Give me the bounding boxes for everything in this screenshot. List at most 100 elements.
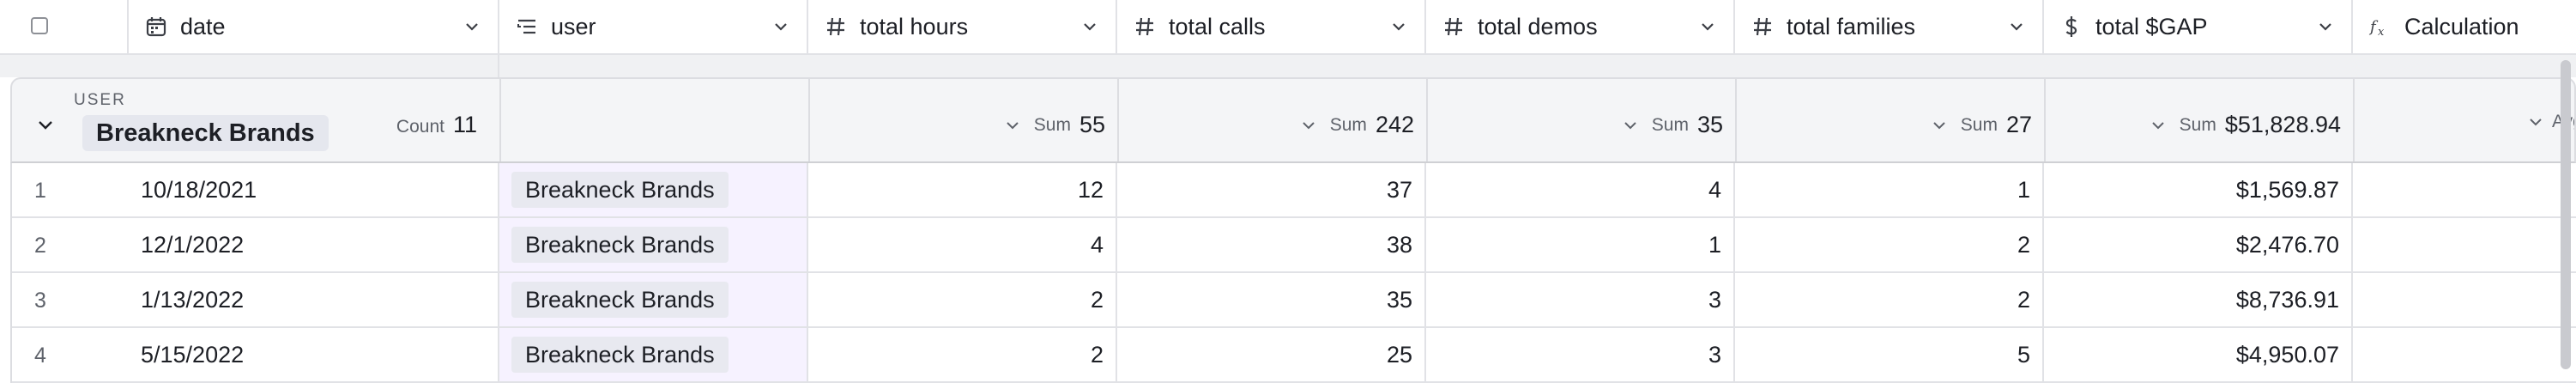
column-header-label: Calculation — [2404, 13, 2519, 40]
total-hours-cell[interactable]: 12 — [808, 163, 1117, 216]
total-gap-value: $4,950.07 — [2235, 341, 2339, 368]
total-calls-cell[interactable]: 25 — [1117, 328, 1426, 381]
group-aggregate-total-demos[interactable]: Sum 35 — [1428, 79, 1737, 161]
chevron-down-icon[interactable] — [1079, 16, 1100, 37]
total-calls-value: 25 — [1386, 341, 1412, 368]
chevron-down-icon[interactable] — [1930, 116, 1949, 135]
table-row[interactable]: 2 12/1/2022 Breakneck Brands 4 38 1 2 $2… — [10, 218, 2576, 273]
user-cell[interactable]: Breakneck Brands — [499, 273, 808, 326]
chevron-down-icon[interactable] — [2006, 16, 2027, 37]
total-families-cell[interactable]: 5 — [1735, 328, 2044, 381]
total-demos-value: 3 — [1708, 286, 1721, 313]
select-all-header — [0, 0, 129, 53]
total-gap-cell[interactable]: $4,950.07 — [2044, 328, 2353, 381]
currency-dollar-icon — [2059, 15, 2083, 39]
column-header-label: total calls — [1169, 13, 1266, 40]
total-demos-cell[interactable]: 1 — [1426, 218, 1735, 271]
chevron-down-icon[interactable] — [1697, 16, 1718, 37]
date-cell[interactable]: 1 10/18/2021 — [10, 163, 499, 216]
column-header-total-hours[interactable]: total hours — [808, 0, 1117, 53]
group-count: Count 11 — [396, 112, 477, 138]
total-calls-cell[interactable]: 38 — [1117, 218, 1426, 271]
formula-fx-icon: fx — [2368, 15, 2392, 39]
total-calls-value: 35 — [1386, 286, 1412, 313]
column-header-date[interactable]: date — [129, 0, 499, 53]
table-row[interactable]: 1 10/18/2021 Breakneck Brands 12 37 4 1 … — [10, 163, 2576, 218]
chevron-down-icon[interactable] — [2526, 112, 2545, 131]
calculation-cell[interactable] — [2353, 273, 2576, 326]
total-hours-cell[interactable]: 2 — [808, 273, 1117, 326]
calculation-cell[interactable] — [2353, 218, 2576, 271]
chevron-down-icon[interactable] — [34, 113, 57, 136]
user-chip[interactable]: Breakneck Brands — [511, 337, 729, 373]
date-cell[interactable]: 3 1/13/2022 — [10, 273, 499, 326]
chevron-down-icon[interactable] — [1621, 116, 1640, 135]
table-row[interactable]: 3 1/13/2022 Breakneck Brands 2 35 3 2 $8… — [10, 273, 2576, 328]
chevron-down-icon[interactable] — [1003, 116, 1022, 135]
total-demos-cell[interactable]: 4 — [1426, 163, 1735, 216]
aggregate-label: Sum — [1033, 114, 1071, 135]
user-chip[interactable]: Breakneck Brands — [511, 227, 729, 263]
column-header-total-gap[interactable]: total $GAP — [2044, 0, 2353, 53]
user-cell[interactable]: Breakneck Brands — [499, 163, 808, 216]
select-all-checkbox[interactable] — [31, 17, 48, 34]
total-gap-cell[interactable]: $2,476.70 — [2044, 218, 2353, 271]
column-header-user[interactable]: user — [499, 0, 808, 53]
group-aggregate-total-families[interactable]: Sum 27 — [1737, 79, 2046, 161]
group-spacer — [0, 55, 2576, 77]
total-families-value: 5 — [2017, 341, 2030, 368]
total-demos-cell[interactable]: 3 — [1426, 328, 1735, 381]
total-gap-cell[interactable]: $1,569.87 — [2044, 163, 2353, 216]
total-calls-cell[interactable]: 37 — [1117, 163, 1426, 216]
total-gap-value: $8,736.91 — [2235, 286, 2339, 313]
calculation-cell[interactable] — [2353, 163, 2576, 216]
total-hours-cell[interactable]: 2 — [808, 328, 1117, 381]
column-header-label: user — [551, 13, 596, 40]
aggregate-value: 242 — [1375, 112, 1414, 137]
chevron-down-icon[interactable] — [462, 16, 482, 37]
number-hash-icon — [1133, 15, 1157, 39]
group-aggregate-total-hours[interactable]: Sum 55 — [810, 79, 1119, 161]
vertical-scrollbar[interactable] — [2561, 60, 2571, 369]
total-gap-cell[interactable]: $8,736.91 — [2044, 273, 2353, 326]
row-number: 4 — [34, 343, 46, 368]
column-header-calculation[interactable]: fx Calculation — [2353, 0, 2576, 53]
row-number: 2 — [34, 234, 46, 258]
chevron-down-icon[interactable] — [1299, 116, 1318, 135]
chevron-down-icon[interactable] — [1388, 16, 1409, 37]
user-chip[interactable]: Breakneck Brands — [511, 172, 729, 208]
column-header-total-demos[interactable]: total demos — [1426, 0, 1735, 53]
date-cell[interactable]: 4 5/15/2022 — [10, 328, 499, 381]
lookup-list-icon — [515, 15, 539, 39]
date-cell[interactable]: 2 12/1/2022 — [10, 218, 499, 271]
user-cell[interactable]: Breakneck Brands — [499, 218, 808, 271]
count-label: Count — [396, 117, 444, 137]
column-header-label: total demos — [1478, 13, 1598, 40]
user-cell[interactable]: Breakneck Brands — [499, 328, 808, 381]
total-demos-cell[interactable]: 3 — [1426, 273, 1735, 326]
group-field-label: USER — [74, 91, 126, 109]
calendar-icon — [144, 15, 168, 39]
total-calls-cell[interactable]: 35 — [1117, 273, 1426, 326]
table-row[interactable]: 4 5/15/2022 Breakneck Brands 2 25 3 5 $4… — [10, 328, 2576, 383]
group-aggregate-total-gap[interactable]: Sum $51,828.94 — [2046, 79, 2355, 161]
chevron-down-icon[interactable] — [771, 16, 791, 37]
column-header-label: date — [180, 13, 226, 40]
total-hours-cell[interactable]: 4 — [808, 218, 1117, 271]
svg-text:x: x — [2378, 26, 2385, 39]
group-name: Breakneck Brands — [82, 115, 329, 151]
column-header-total-calls[interactable]: total calls — [1117, 0, 1426, 53]
group-user-cell — [501, 79, 810, 161]
group-aggregate-total-calls[interactable]: Sum 242 — [1119, 79, 1428, 161]
total-hours-value: 2 — [1090, 341, 1104, 368]
chevron-down-icon[interactable] — [2149, 116, 2168, 135]
calculation-cell[interactable] — [2353, 328, 2576, 381]
total-families-cell[interactable]: 2 — [1735, 273, 2044, 326]
total-families-cell[interactable]: 1 — [1735, 163, 2044, 216]
group-aggregate-calculation[interactable]: Avg — [2355, 79, 2574, 161]
column-header-total-families[interactable]: total families — [1735, 0, 2044, 53]
total-calls-value: 38 — [1386, 231, 1412, 258]
chevron-down-icon[interactable] — [2315, 16, 2336, 37]
user-chip[interactable]: Breakneck Brands — [511, 282, 729, 318]
total-families-cell[interactable]: 2 — [1735, 218, 2044, 271]
